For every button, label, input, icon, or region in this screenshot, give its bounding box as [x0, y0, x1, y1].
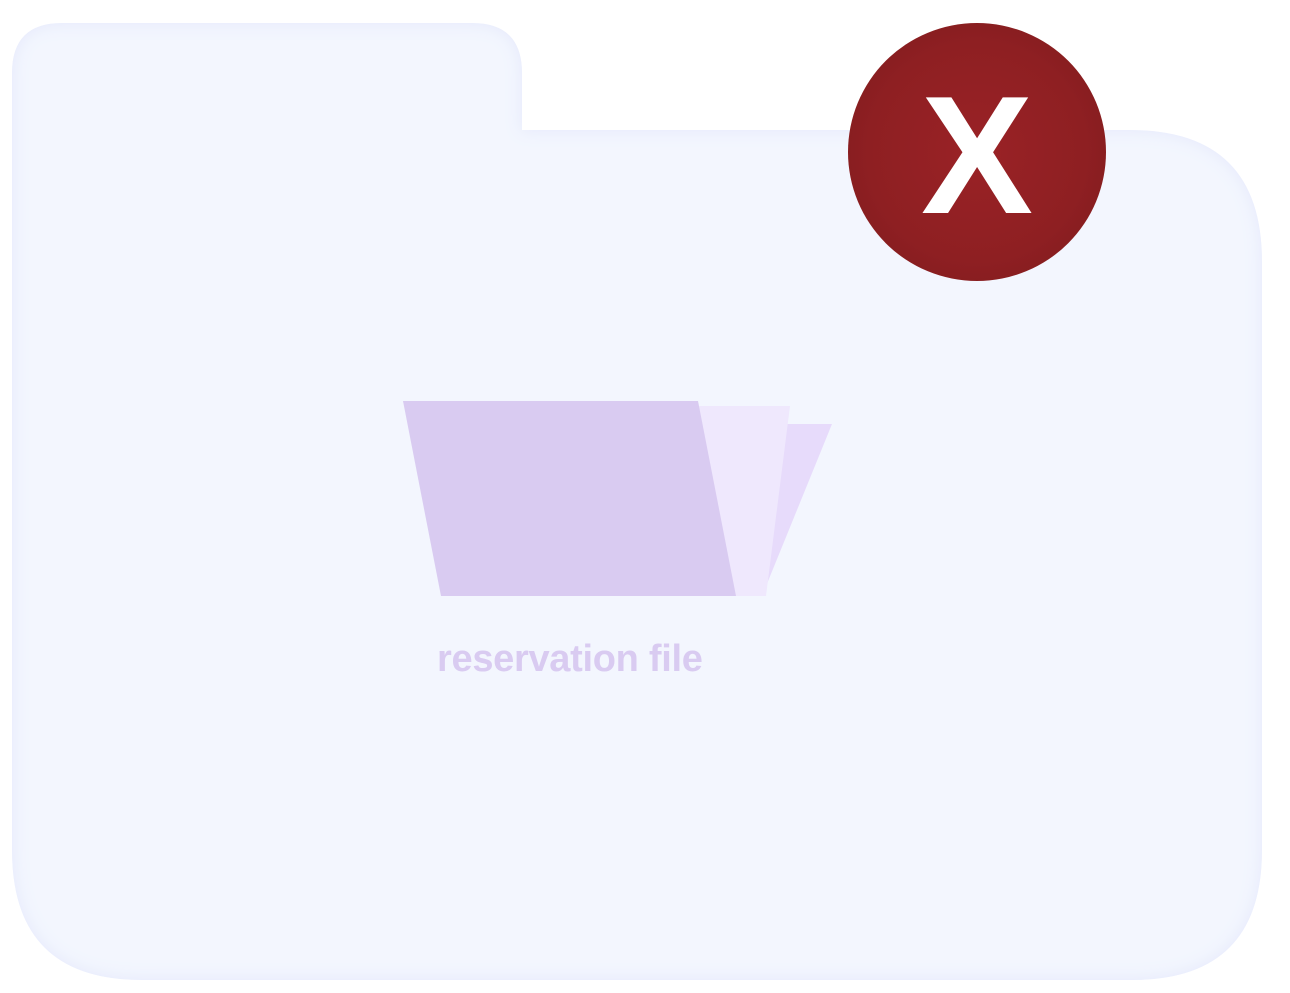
close-button[interactable]: X — [848, 23, 1106, 281]
folder-label: reservation file — [437, 638, 703, 680]
folder-window: reservation file X — [0, 0, 1290, 993]
close-icon: X — [920, 61, 1034, 249]
